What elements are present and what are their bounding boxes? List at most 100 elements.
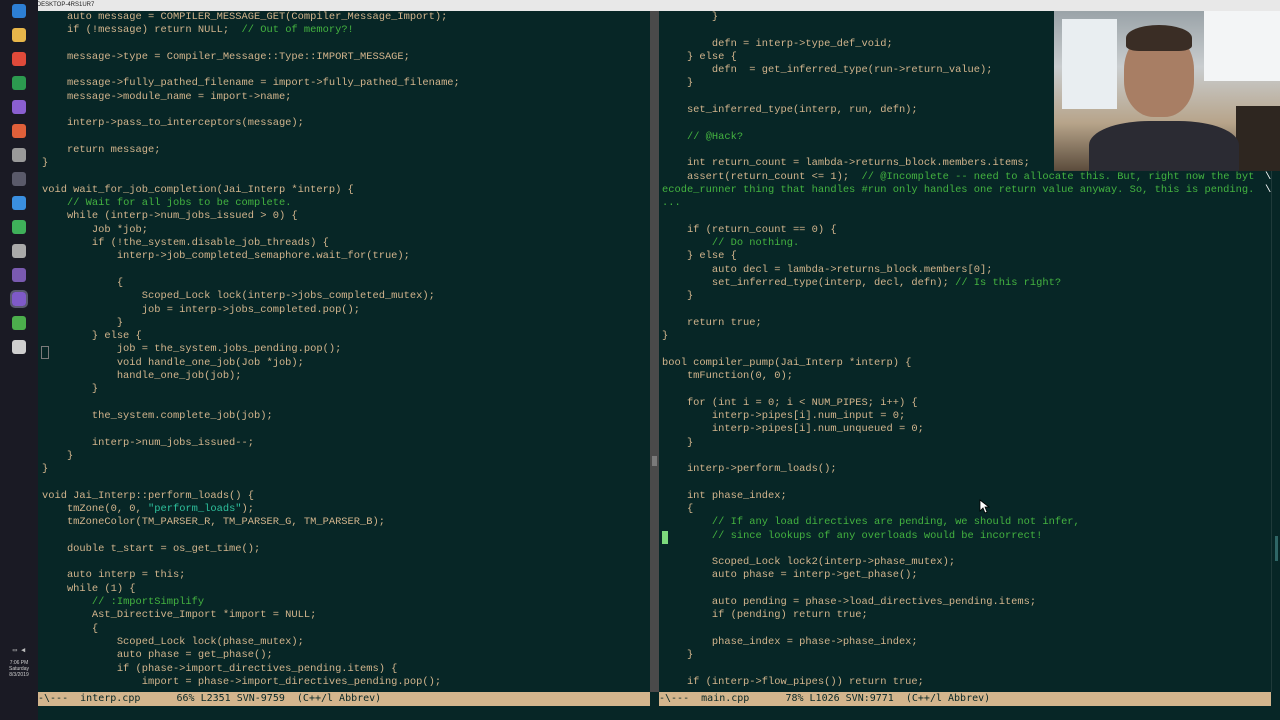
code-line[interactable]: } <box>662 330 668 342</box>
code-line[interactable]: defn = get_inferred_type(run->return_val… <box>662 64 993 76</box>
code-line[interactable]: bool compiler_pump(Jai_Interp *interp) { <box>662 357 911 369</box>
code-line[interactable]: set_inferred_type(interp, run, defn); <box>662 104 918 116</box>
code-line[interactable]: auto phase = interp->get_phase(); <box>662 569 918 581</box>
code-line[interactable]: void handle_one_job(Job *job); <box>42 357 304 369</box>
code-line[interactable]: auto phase = get_phase(); <box>42 649 273 661</box>
code-line[interactable]: } <box>662 649 693 661</box>
code-line[interactable]: import = phase->import_directives_pendin… <box>42 676 441 688</box>
code-line[interactable]: Scoped_Lock lock(phase_mutex); <box>42 636 304 648</box>
code-line[interactable]: if (phase->import_directives_pending.ite… <box>42 663 398 675</box>
system-tray[interactable]: ▭ ◀ <box>2 646 36 654</box>
app-icon[interactable] <box>12 316 26 330</box>
code-line[interactable]: handle_one_job(job); <box>42 370 242 382</box>
left-code-view[interactable]: auto message = COMPILER_MESSAGE_GET(Comp… <box>42 11 460 689</box>
code-line[interactable]: message->fully_pathed_filename = import-… <box>42 77 460 89</box>
code-line[interactable]: } else { <box>662 51 737 63</box>
code-line[interactable]: } <box>662 77 693 89</box>
code-line[interactable]: int return_count = lambda->returns_block… <box>662 157 1030 169</box>
calculator-icon[interactable] <box>12 340 26 354</box>
visual-studio-icon[interactable] <box>12 100 26 114</box>
search-app-icon[interactable] <box>12 244 26 258</box>
visual-studio-code-icon[interactable] <box>12 196 26 210</box>
code-line[interactable]: } <box>42 463 48 475</box>
left-buffer-name[interactable]: interp.cpp <box>80 693 140 704</box>
code-line[interactable]: // Wait for all jobs to be complete. <box>42 197 291 209</box>
right-modeline[interactable]: -\--- main.cpp 78% L1026 SVN:9771 (C++/l… <box>659 692 1271 706</box>
minibuffer[interactable] <box>38 706 1280 720</box>
code-line[interactable]: } <box>662 11 718 23</box>
code-line[interactable]: ecode_runner thing that handles #run onl… <box>662 184 1271 196</box>
speaker-icon[interactable]: ◀ <box>21 646 25 654</box>
code-line[interactable]: auto pending = phase->load_directives_pe… <box>662 596 1036 608</box>
pane-divider-scrollbar[interactable] <box>650 11 659 692</box>
file-explorer-icon[interactable] <box>12 28 26 42</box>
code-line[interactable]: while (1) { <box>42 583 136 595</box>
code-line[interactable]: tmZone(0, 0, "perform_loads"); <box>42 503 254 515</box>
code-line[interactable]: while (interp->num_jobs_issued > 0) { <box>42 210 298 222</box>
code-line[interactable]: } else { <box>662 250 737 262</box>
code-line[interactable]: // If any load directives are pending, w… <box>662 516 1080 528</box>
obs-icon[interactable] <box>12 172 26 186</box>
code-line[interactable]: if (pending) return true; <box>662 609 868 621</box>
code-line[interactable]: job = the_system.jobs_pending.pop(); <box>42 343 342 355</box>
code-line[interactable]: { <box>42 277 123 289</box>
code-line[interactable]: for (int i = 0; i < NUM_PIPES; i++) { <box>662 397 918 409</box>
code-line[interactable]: { <box>42 623 98 635</box>
code-line[interactable]: auto interp = this; <box>42 569 185 581</box>
code-line[interactable]: tmFunction(0, 0); <box>662 370 793 382</box>
code-line[interactable]: interp->pipes[i].num_unqueued = 0; <box>662 423 924 435</box>
code-line[interactable]: } <box>42 450 73 462</box>
right-scrollbar-thumb[interactable] <box>1275 536 1278 561</box>
code-line[interactable]: message->type = Compiler_Message::Type::… <box>42 51 410 63</box>
code-line[interactable]: double t_start = os_get_time(); <box>42 543 260 555</box>
code-line[interactable]: Scoped_Lock lock2(interp->phase_mutex); <box>662 556 955 568</box>
code-line[interactable]: if (return_count == 0) { <box>662 224 837 236</box>
code-line[interactable]: defn = interp->type_def_void; <box>662 38 893 50</box>
code-line[interactable]: // Do nothing. <box>662 237 799 249</box>
code-line[interactable]: tmZoneColor(TM_PARSER_R, TM_PARSER_G, TM… <box>42 516 385 528</box>
settings-icon[interactable] <box>12 148 26 162</box>
chrome-icon[interactable] <box>12 52 26 66</box>
taskbar-clock[interactable]: 7:06 PM Saturday 8/3/2019 <box>0 660 38 678</box>
code-line[interactable]: } <box>42 383 98 395</box>
app-green-icon[interactable] <box>12 220 26 234</box>
code-line[interactable]: } <box>42 317 123 329</box>
code-line[interactable]: interp->pass_to_interceptors(message); <box>42 117 304 129</box>
code-line[interactable]: if (!message) return NULL; // Out of mem… <box>42 24 354 36</box>
code-line[interactable]: interp->perform_loads(); <box>662 463 837 475</box>
code-line[interactable]: message->module_name = import->name; <box>42 91 291 103</box>
git-icon[interactable] <box>12 124 26 138</box>
code-line[interactable]: void wait_for_job_completion(Jai_Interp … <box>42 184 354 196</box>
code-line[interactable]: } <box>662 290 693 302</box>
code-line[interactable]: auto message = COMPILER_MESSAGE_GET(Comp… <box>42 11 447 23</box>
obs-studio-icon[interactable] <box>12 268 26 282</box>
code-line[interactable]: Job *job; <box>42 224 148 236</box>
code-line[interactable]: Ast_Directive_Import *import = NULL; <box>42 609 316 621</box>
windows-start-icon[interactable] <box>12 4 26 18</box>
code-line[interactable]: return message; <box>42 144 161 156</box>
code-line[interactable]: if (interp->flow_pipes()) return true; <box>662 676 924 688</box>
code-line[interactable]: set_inferred_type(interp, decl, defn); /… <box>662 277 1061 289</box>
code-line[interactable]: // since lookups of any overloads would … <box>662 530 1042 542</box>
code-line[interactable]: Scoped_Lock lock(interp->jobs_completed_… <box>42 290 435 302</box>
code-line[interactable]: job = interp->jobs_completed.pop(); <box>42 304 360 316</box>
code-line[interactable]: interp->job_completed_semaphore.wait_for… <box>42 250 410 262</box>
emacs-icon[interactable] <box>10 290 28 308</box>
code-line[interactable]: } <box>42 157 48 169</box>
network-icon[interactable]: ▭ <box>13 646 17 654</box>
code-line[interactable]: void Jai_Interp::perform_loads() { <box>42 490 254 502</box>
code-line[interactable]: int phase_index; <box>662 490 787 502</box>
left-scrollbar-thumb[interactable] <box>652 456 657 466</box>
code-line[interactable]: interp->num_jobs_issued--; <box>42 437 254 449</box>
code-line[interactable]: assert(return_count <= 1); // @Incomplet… <box>662 171 1271 183</box>
code-line[interactable]: // :ImportSimplify <box>42 596 204 608</box>
excel-icon[interactable] <box>12 76 26 90</box>
code-line[interactable]: interp->pipes[i].num_input = 0; <box>662 410 905 422</box>
code-line[interactable]: // @Hack? <box>662 131 743 143</box>
code-line[interactable]: } else { <box>42 330 142 342</box>
code-line[interactable]: the_system.complete_job(job); <box>42 410 273 422</box>
right-buffer-name[interactable]: main.cpp <box>701 693 749 704</box>
code-line[interactable]: { <box>662 503 693 515</box>
left-modeline[interactable]: -\--- interp.cpp 66% L2351 SVN-9759 (C++… <box>38 692 650 706</box>
code-line[interactable]: auto decl = lambda->returns_block.member… <box>662 264 993 276</box>
